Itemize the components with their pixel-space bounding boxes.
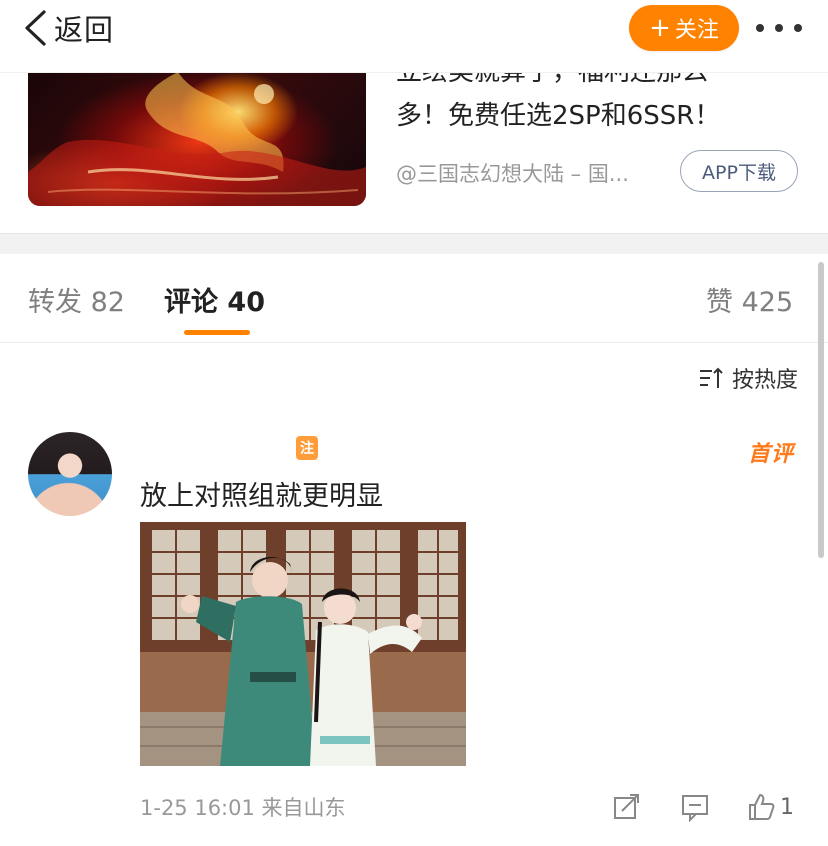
like-button[interactable]: 1 — [746, 790, 794, 824]
scrollbar[interactable] — [818, 262, 824, 558]
tab-repost-count: 82 — [90, 287, 125, 318]
share-icon — [614, 794, 639, 819]
tab-repost[interactable]: 转发 82 — [28, 280, 125, 319]
like-icon — [749, 793, 775, 820]
tab-comments-label: 评论 — [164, 287, 218, 318]
share-button[interactable] — [612, 790, 642, 824]
ad-banner-image[interactable] — [28, 72, 366, 206]
more-dots-icon[interactable] — [756, 14, 802, 42]
tab-comments-count: 40 — [227, 287, 265, 318]
comment-date: 1-25 16:01 — [140, 796, 255, 820]
tab-comments[interactable]: 评论 40 — [164, 280, 265, 319]
comment-photo[interactable] — [140, 522, 466, 766]
sort-by-hot-button[interactable]: 按热度 — [698, 362, 798, 394]
follow-button[interactable]: + 关注 — [629, 5, 739, 51]
fire-artwork-icon — [28, 72, 366, 206]
section-divider — [0, 233, 828, 254]
comment-location: 来自山东 — [261, 796, 346, 820]
first-comment-badge: 首评 — [748, 442, 795, 467]
ad-text[interactable]: 立绘美就算了，福利还那么 多！免费任选2SP和6SSR！ — [396, 72, 796, 134]
tab-likes[interactable]: 赞 425 — [706, 280, 793, 319]
reply-button[interactable] — [680, 790, 710, 824]
plus-icon: + — [649, 13, 671, 43]
ad-text-line-2: 多！免费任选2SP和6SSR！ — [396, 101, 721, 131]
interaction-tabs: 转发 82 评论 40 赞 425 — [0, 254, 828, 343]
top-bar: 返回 + 关注 — [0, 0, 828, 73]
like-count: 1 — [780, 794, 794, 820]
follow-label: 关注 — [674, 18, 719, 43]
user-badge: 注 — [296, 436, 318, 460]
back-button[interactable]: 返回 — [22, 8, 114, 48]
tab-likes-count: 425 — [741, 287, 794, 318]
back-label: 返回 — [54, 13, 115, 47]
photo-costume-couple-icon — [140, 522, 466, 766]
app-download-button[interactable]: APP下载 — [680, 150, 798, 192]
tab-likes-label: 赞 — [706, 287, 733, 318]
ad-text-line-1: 立绘美就算了，福利还那么 — [396, 72, 709, 87]
comment-text: 放上对照组就更明显 — [140, 481, 383, 512]
ad-source-link[interactable]: @三国志幻想大陆 – 国... — [396, 158, 666, 188]
sort-icon — [699, 367, 723, 388]
comment-icon — [682, 795, 708, 822]
avatar[interactable] — [28, 432, 112, 516]
tab-repost-label: 转发 — [28, 287, 82, 318]
back-chevron-icon — [25, 10, 46, 46]
sort-label: 按热度 — [731, 368, 798, 393]
active-tab-indicator — [184, 330, 250, 335]
comment-meta: 1-25 16:01 来自山东 — [140, 792, 346, 822]
